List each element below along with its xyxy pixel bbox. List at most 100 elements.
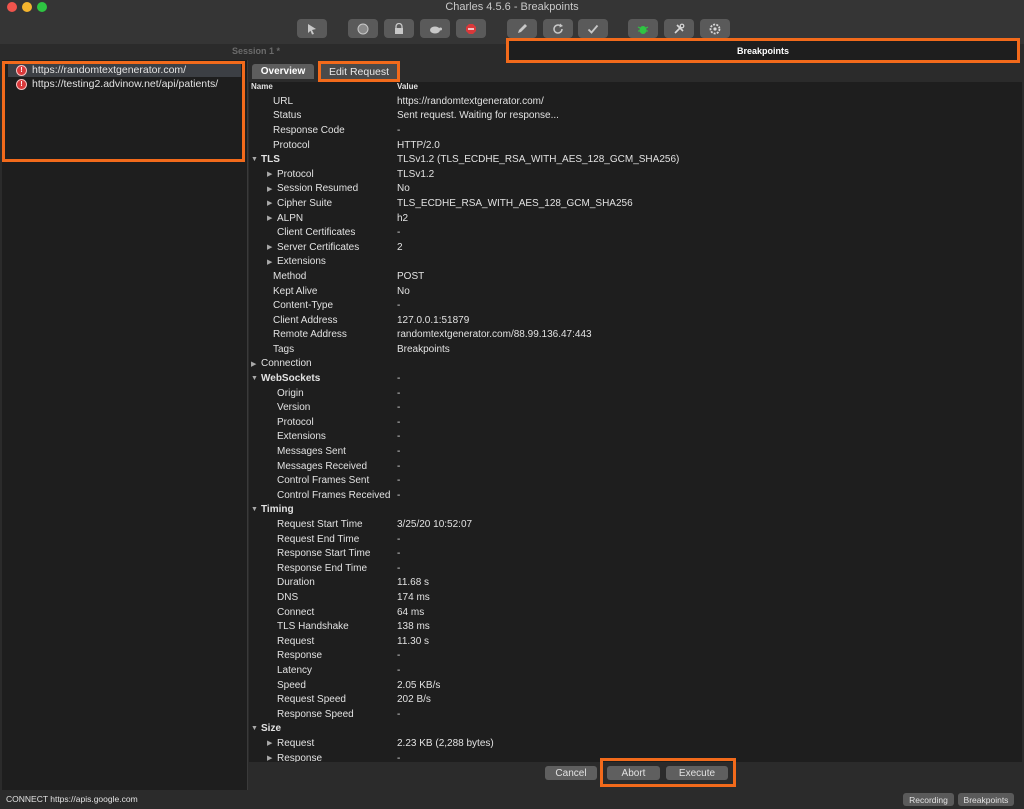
table-row[interactable]: Latency - xyxy=(249,663,1022,678)
pointer-button[interactable] xyxy=(297,19,327,38)
row-name-cell: Client Certificates xyxy=(267,227,355,238)
repeat-button[interactable] xyxy=(543,19,573,38)
table-row[interactable]: Origin - xyxy=(249,386,1022,401)
table-row[interactable]: Request 11.30 s xyxy=(249,634,1022,649)
expanded-triangle-icon[interactable]: ▼ xyxy=(251,375,261,382)
breakpoint-list-item[interactable]: ! https://randomtextgenerator.com/ xyxy=(8,63,241,77)
table-row[interactable]: ▶ Session Resumed No xyxy=(249,182,1022,197)
close-window-button[interactable] xyxy=(7,2,17,12)
compose-button[interactable] xyxy=(507,19,537,38)
breakpoints-status-button[interactable]: Breakpoints xyxy=(958,793,1014,806)
row-name: Response xyxy=(277,650,323,662)
table-row[interactable]: Response Code - xyxy=(249,123,1022,138)
table-row[interactable]: ▶ Connection xyxy=(249,357,1022,372)
breakpoint-list-item[interactable]: ! https://testing2.advinow.net/api/patie… xyxy=(16,77,218,91)
tab-overview[interactable]: Overview xyxy=(252,64,314,79)
table-row[interactable]: Connect 64 ms xyxy=(249,605,1022,620)
throttling-button[interactable] xyxy=(420,19,450,38)
expanded-triangle-icon[interactable]: ▼ xyxy=(251,725,261,732)
collapsed-triangle-icon[interactable]: ▶ xyxy=(267,258,277,266)
row-name-cell: ▶ Session Resumed xyxy=(267,183,358,194)
abort-button-label: Abort xyxy=(621,767,646,779)
table-row[interactable]: ▼ TLS TLSv1.2 (TLS_ECDHE_RSA_WITH_AES_128_… xyxy=(249,152,1022,167)
collapsed-triangle-icon[interactable]: ▶ xyxy=(267,170,277,178)
collapsed-triangle-icon[interactable]: ▶ xyxy=(251,360,261,368)
table-row[interactable]: Protocol HTTP/2.0 xyxy=(249,138,1022,153)
status-bar: CONNECT https://apis.google.com Recordin… xyxy=(0,790,1024,809)
row-value: 138 ms xyxy=(397,621,430,633)
table-row[interactable]: Version - xyxy=(249,400,1022,415)
table-row[interactable]: Method POST xyxy=(249,269,1022,284)
table-row[interactable]: Response Speed - xyxy=(249,707,1022,722)
breakpoints-toggle-button[interactable] xyxy=(456,19,486,38)
table-row[interactable]: Extensions - xyxy=(249,430,1022,445)
expanded-triangle-icon[interactable]: ▼ xyxy=(251,156,261,163)
table-row[interactable]: Control Frames Sent - xyxy=(249,473,1022,488)
table-row[interactable]: Remote Address randomtextgenerator.com/88… xyxy=(249,328,1022,343)
settings-button[interactable] xyxy=(700,19,730,38)
table-row[interactable]: Speed 2.05 KB/s xyxy=(249,678,1022,693)
column-header-name[interactable]: Name xyxy=(251,82,273,91)
row-name: Latency xyxy=(277,664,313,676)
bug-button[interactable] xyxy=(628,19,658,38)
table-row[interactable]: ▶ Extensions xyxy=(249,255,1022,270)
column-header-value[interactable]: Value xyxy=(397,82,418,91)
execute-button[interactable]: Execute xyxy=(666,766,728,780)
table-row[interactable]: ▶ Server Certificates 2 xyxy=(249,240,1022,255)
table-row[interactable]: Status Sent request. Waiting for response… xyxy=(249,109,1022,124)
table-row[interactable]: URL https://randomtextgenerator.com/ xyxy=(249,94,1022,109)
row-name-cell: ▼ TLS xyxy=(251,154,280,165)
table-row[interactable]: ▼ Timing xyxy=(249,503,1022,518)
breakpoint-list-item-label: https://randomtextgenerator.com/ xyxy=(32,64,187,76)
collapsed-triangle-icon[interactable]: ▶ xyxy=(267,185,277,193)
record-button[interactable] xyxy=(348,19,378,38)
tools-button[interactable] xyxy=(664,19,694,38)
zoom-window-button[interactable] xyxy=(37,2,47,12)
collapsed-triangle-icon[interactable]: ▶ xyxy=(267,739,277,747)
table-row[interactable]: Duration 11.68 s xyxy=(249,576,1022,591)
recording-button[interactable]: Recording xyxy=(903,793,954,806)
row-name: Protocol xyxy=(273,139,310,151)
table-row[interactable]: TLS Handshake 138 ms xyxy=(249,619,1022,634)
table-row[interactable]: Content-Type - xyxy=(249,298,1022,313)
table-row[interactable]: ▶ Protocol TLSv1.2 xyxy=(249,167,1022,182)
throttle-button[interactable] xyxy=(384,19,414,38)
table-row[interactable]: ▼ WebSockets - xyxy=(249,371,1022,386)
abort-button[interactable]: Abort xyxy=(607,766,660,780)
collapsed-triangle-icon[interactable]: ▶ xyxy=(267,754,277,762)
breakpoints-tab[interactable]: Breakpoints xyxy=(506,38,1020,63)
table-row[interactable]: Client Address 127.0.0.1:51879 xyxy=(249,313,1022,328)
table-row[interactable]: Response Start Time - xyxy=(249,546,1022,561)
table-row[interactable]: Request End Time - xyxy=(249,532,1022,547)
table-row[interactable]: Protocol - xyxy=(249,415,1022,430)
table-row[interactable]: Response End Time - xyxy=(249,561,1022,576)
table-row[interactable]: ▶ Request 2.23 KB (2,288 bytes) xyxy=(249,736,1022,751)
table-row[interactable]: Kept Alive No xyxy=(249,284,1022,299)
validate-button[interactable] xyxy=(578,19,608,38)
tab-edit-request-label: Edit Request xyxy=(328,65,390,78)
tab-edit-request[interactable]: Edit Request xyxy=(318,61,400,82)
row-value: - xyxy=(397,533,401,545)
row-value: - xyxy=(397,373,401,385)
table-row[interactable]: ▶ Cipher Suite TLS_ECDHE_RSA_WITH_AES_128_… xyxy=(249,196,1022,211)
table-row[interactable]: DNS 174 ms xyxy=(249,590,1022,605)
collapsed-triangle-icon[interactable]: ▶ xyxy=(267,199,277,207)
session-tab[interactable]: Session 1 * xyxy=(232,46,280,56)
collapsed-triangle-icon[interactable]: ▶ xyxy=(267,243,277,251)
table-row[interactable]: Tags Breakpoints xyxy=(249,342,1022,357)
table-row[interactable]: ▼ Size xyxy=(249,722,1022,737)
table-row[interactable]: Control Frames Received - xyxy=(249,488,1022,503)
table-row[interactable]: Messages Sent - xyxy=(249,444,1022,459)
table-row[interactable]: Request Speed 202 B/s xyxy=(249,692,1022,707)
row-name: Client Address xyxy=(273,314,338,326)
table-row[interactable]: ▶ ALPN h2 xyxy=(249,211,1022,226)
table-row[interactable]: Request Start Time 3/25/20 10:52:07 xyxy=(249,517,1022,532)
row-name: Protocol xyxy=(277,168,314,180)
collapsed-triangle-icon[interactable]: ▶ xyxy=(267,214,277,222)
cancel-button[interactable]: Cancel xyxy=(545,766,597,780)
table-row[interactable]: Response - xyxy=(249,649,1022,664)
table-row[interactable]: Client Certificates - xyxy=(249,225,1022,240)
expanded-triangle-icon[interactable]: ▼ xyxy=(251,506,261,513)
minimize-window-button[interactable] xyxy=(22,2,32,12)
table-row[interactable]: Messages Received - xyxy=(249,459,1022,474)
